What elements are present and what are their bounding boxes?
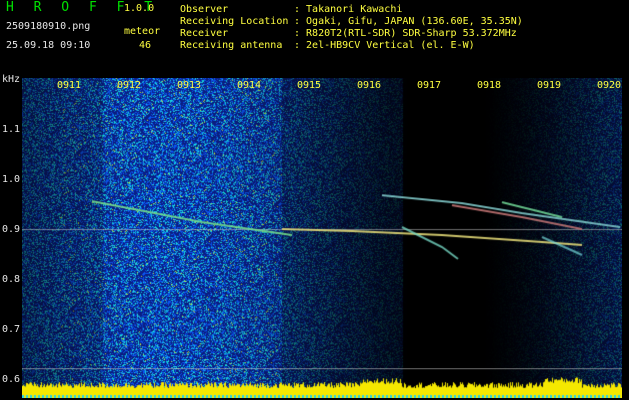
- x-tick-label: 0911: [57, 80, 82, 91]
- detect-count: 46: [139, 40, 152, 51]
- location-label: Receiving Location: [180, 16, 289, 27]
- x-tick-label: 0913: [177, 80, 202, 91]
- spectrogram: [22, 78, 622, 398]
- antenna-label: Receiving antenna: [180, 40, 283, 51]
- detect-label: meteor: [124, 26, 161, 37]
- receiver-label: Receiver: [180, 28, 229, 39]
- x-tick-label: 0916: [357, 80, 382, 91]
- x-tick-label: 0918: [477, 80, 502, 91]
- y-tick-label: 1.0: [2, 174, 21, 185]
- observer-label: Observer: [180, 4, 229, 15]
- x-tick-label: 0920: [597, 80, 622, 91]
- antenna-value: : 2el-HB9CV Vertical (el. E-W): [294, 40, 475, 51]
- x-tick-label: 0914: [237, 80, 262, 91]
- y-tick-label: 1.1: [2, 124, 21, 135]
- y-axis-unit: kHz: [2, 74, 21, 85]
- timestamp: 25.09.18 09:10: [6, 40, 91, 51]
- app-version: 1.0.0: [124, 3, 155, 14]
- y-tick-label: 0.8: [2, 274, 21, 285]
- file-name: 2509180910.png: [6, 21, 91, 32]
- location-value: : Ogaki, Gifu, JAPAN (136.60E, 35.35N): [294, 16, 523, 27]
- y-tick-label: 0.9: [2, 224, 21, 235]
- y-tick-label: 0.6: [2, 374, 21, 385]
- observer-value: : Takanori Kawachi: [294, 4, 403, 15]
- x-tick-label: 0912: [117, 80, 142, 91]
- x-tick-label: 0915: [297, 80, 322, 91]
- receiver-value: : R820T2(RTL-SDR) SDR-Sharp 53.372MHz: [294, 28, 517, 39]
- x-tick-label: 0917: [417, 80, 442, 91]
- y-tick-label: 0.7: [2, 324, 21, 335]
- x-tick-label: 0919: [537, 80, 562, 91]
